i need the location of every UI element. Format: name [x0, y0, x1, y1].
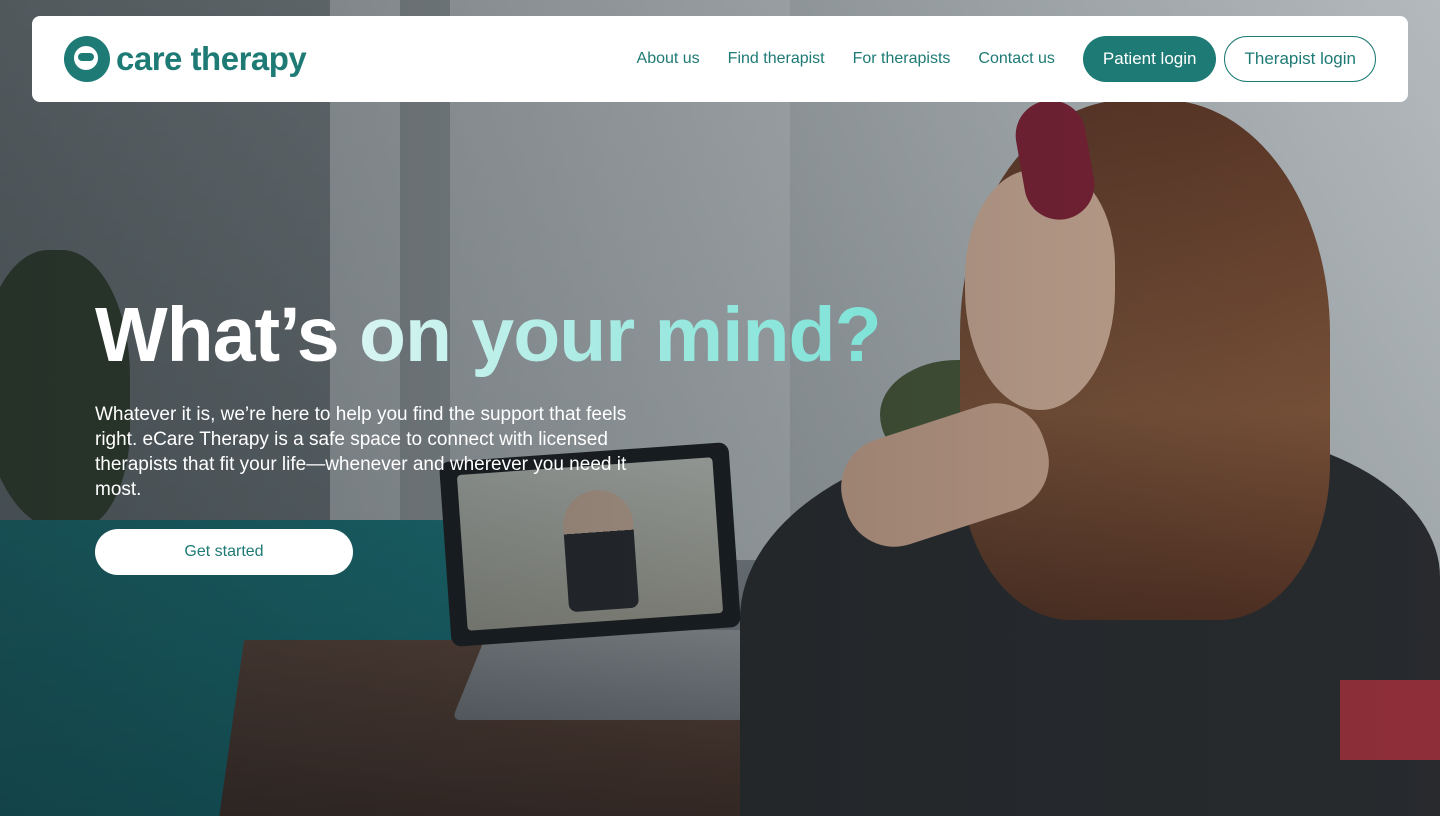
brand-name: care therapy	[116, 40, 307, 77]
headline-white-part: What’s	[95, 292, 340, 378]
headline-accent-part: on your mind?	[358, 292, 882, 378]
get-started-button[interactable]: Get started	[95, 529, 353, 575]
nav-link-for-therapists[interactable]: For therapists	[853, 50, 951, 68]
hero-content: What’s on your mind? Whatever it is, we’…	[95, 292, 882, 575]
patient-login-button[interactable]: Patient login	[1082, 36, 1217, 82]
nav-links: About us Find therapist For therapists C…	[637, 36, 1376, 82]
nav-link-about-us[interactable]: About us	[637, 50, 700, 68]
navbar: care therapy About us Find therapist For…	[32, 16, 1408, 102]
therapist-login-button[interactable]: Therapist login	[1224, 36, 1376, 82]
ecare-logo-icon	[64, 36, 110, 82]
hero-headline: What’s on your mind?	[95, 292, 882, 378]
nav-link-contact-us[interactable]: Contact us	[978, 50, 1054, 68]
hero-subtext: Whatever it is, we’re here to help you f…	[95, 404, 627, 500]
brand-logo[interactable]: care therapy	[64, 36, 307, 82]
nav-link-find-therapist[interactable]: Find therapist	[728, 50, 825, 68]
